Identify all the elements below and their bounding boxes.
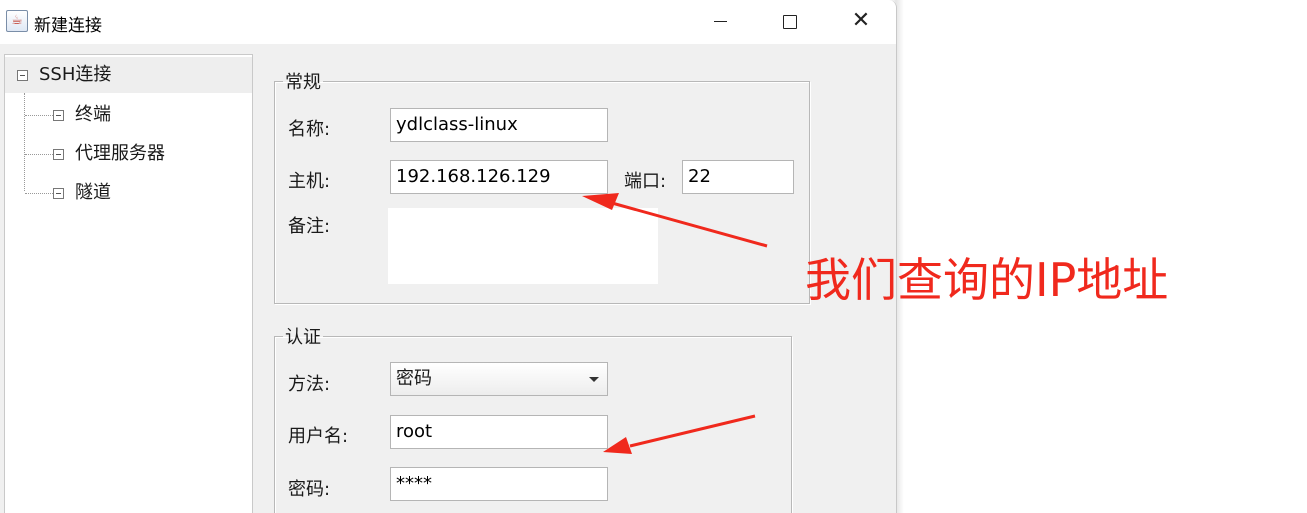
host-arrow bbox=[582, 193, 768, 248]
ip-annotation-text: 我们查询的IP地址 bbox=[805, 253, 1169, 307]
username-arrow bbox=[603, 414, 756, 454]
